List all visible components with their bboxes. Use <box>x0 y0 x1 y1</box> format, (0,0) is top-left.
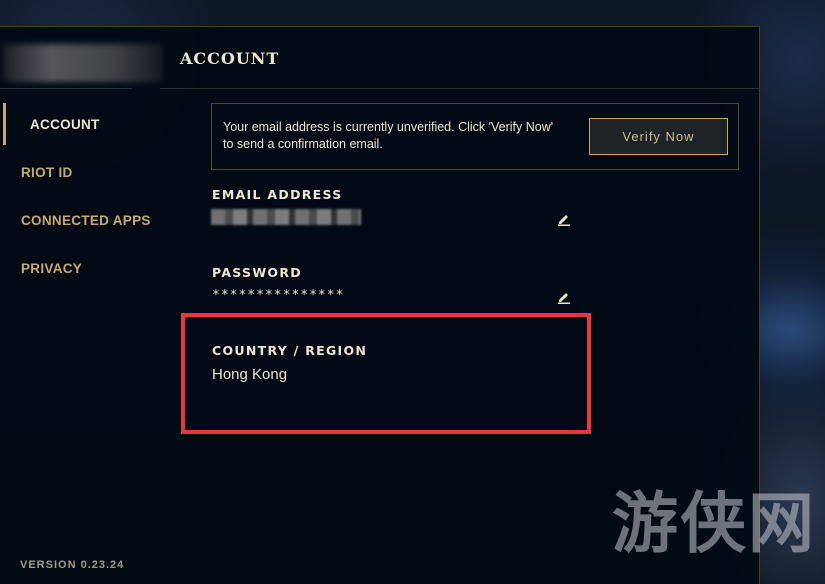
page-title: ACCOUNT <box>180 49 280 68</box>
redacted-email-value <box>211 209 361 225</box>
email-unverified-notice: Your email address is currently unverifi… <box>211 103 739 170</box>
edit-password-icon[interactable] <box>557 290 571 304</box>
verify-now-button[interactable]: Verify Now <box>589 118 728 155</box>
sidebar-item-riot-id[interactable]: RIOT ID <box>21 165 73 180</box>
password-value: *************** <box>212 288 345 303</box>
header-divider-left <box>0 88 132 89</box>
redacted-username <box>3 44 163 82</box>
watermark-logo: 游侠网 <box>612 484 816 562</box>
sidebar-item-account[interactable]: ACCOUNT <box>30 117 100 132</box>
sidebar-item-connected-apps[interactable]: CONNECTED APPS <box>21 213 151 228</box>
notice-message: Your email address is currently unverifi… <box>223 120 554 151</box>
email-label: EMAIL ADDRESS <box>212 187 343 202</box>
version-label: VERSION 0.23.24 <box>20 559 125 571</box>
active-nav-indicator <box>3 103 6 145</box>
sidebar-item-privacy[interactable]: PRIVACY <box>21 261 82 276</box>
edit-email-icon[interactable] <box>557 212 571 226</box>
password-label: PASSWORD <box>212 265 302 280</box>
header-divider <box>160 88 760 89</box>
annotation-highlight-box <box>181 313 591 434</box>
